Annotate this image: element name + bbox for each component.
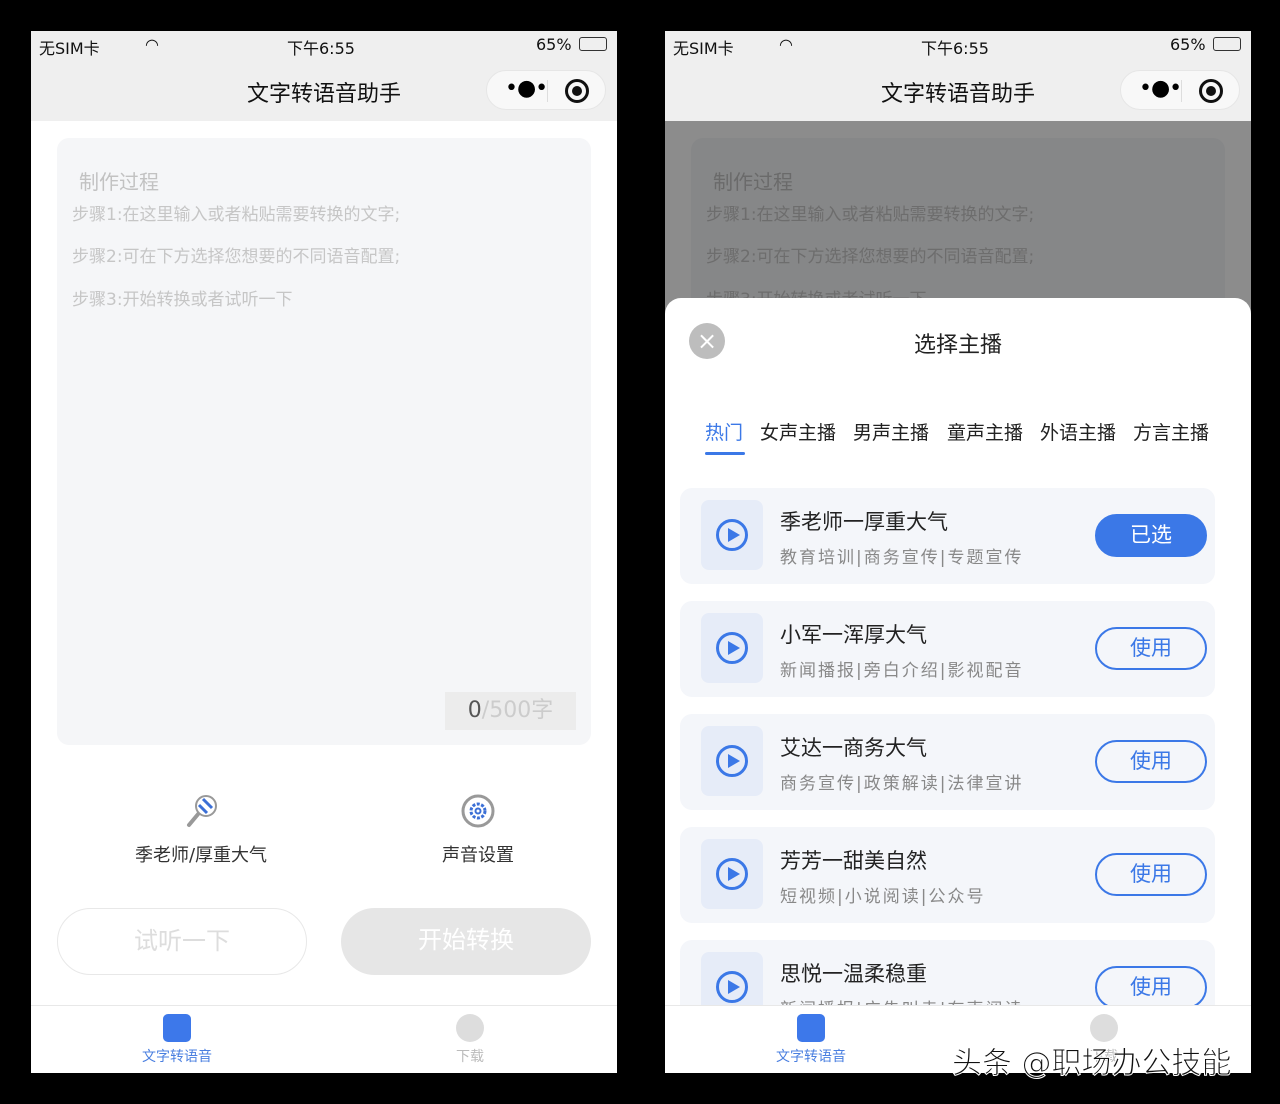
voice-tags: 商务宣传|政策解读|法律宣讲 (780, 774, 1024, 794)
tts-icon (163, 1014, 191, 1042)
cloud-download-icon (456, 1014, 484, 1042)
close-miniapp-icon[interactable] (1199, 79, 1223, 103)
gear-icon (461, 794, 495, 828)
tab-label: 文字转语音 (142, 1049, 212, 1065)
voice-card[interactable]: 艾达一商务大气 商务宣传|政策解读|法律宣讲 使用 (680, 714, 1215, 810)
settings-label: 声音设置 (442, 845, 514, 866)
wifi-icon: ◠ (779, 35, 793, 54)
play-preview-button[interactable] (701, 726, 763, 796)
voice-name: 芳芳一甜美自然 (780, 849, 927, 873)
capsule-menu: •●• (1120, 70, 1240, 110)
char-counter: 0/500字 (445, 692, 576, 730)
time: 下午6:55 (287, 39, 355, 58)
battery-icon (579, 37, 607, 51)
use-button[interactable]: 使用 (1095, 627, 1207, 670)
more-icon[interactable]: •●• (505, 76, 548, 101)
play-preview-button[interactable] (701, 839, 763, 909)
play-icon (716, 632, 748, 664)
tab-download[interactable]: 下载 (410, 1014, 530, 1066)
status-bar: 无SIM卡 ◠ 下午6:55 65% (665, 31, 1251, 58)
voice-name: 思悦一温柔稳重 (780, 962, 927, 986)
play-preview-button[interactable] (701, 613, 763, 683)
battery-level: 65% (536, 35, 572, 54)
battery-icon (1213, 37, 1241, 51)
tab-foreign[interactable]: 外语主播 (1040, 418, 1116, 445)
use-button[interactable]: 使用 (1095, 740, 1207, 783)
battery-level: 65% (1170, 35, 1206, 54)
voice-card[interactable]: 芳芳一甜美自然 短视频|小说阅读|公众号 使用 (680, 827, 1215, 923)
voice-card[interactable]: 小军一浑厚大气 新闻播报|旁白介绍|影视配音 使用 (680, 601, 1215, 697)
voice-tags: 教育培训|商务宣传|专题宣传 (780, 548, 1024, 568)
active-tab-indicator (705, 452, 745, 455)
placeholder-step: 步骤1:在这里输入或者粘贴需要转换的文字; (72, 205, 401, 225)
start-convert-button[interactable]: 开始转换 (341, 908, 591, 975)
tab-dialect[interactable]: 方言主播 (1133, 418, 1209, 445)
tab-tts[interactable]: 文字转语音 (117, 1014, 237, 1066)
divider (547, 80, 548, 102)
nav-bar: 文字转语音助手 •●• (665, 58, 1251, 121)
sound-settings[interactable]: 声音设置 (378, 793, 578, 867)
voice-tags: 短视频|小说阅读|公众号 (780, 887, 986, 907)
carrier: 无SIM卡 (39, 39, 100, 58)
voice-tags: 新闻播报|旁白介绍|影视配音 (780, 661, 1024, 681)
more-icon[interactable]: •●• (1139, 76, 1182, 101)
play-icon (716, 858, 748, 890)
voice-picker-sheet: × 选择主播 热门 女声主播 男声主播 童声主播 外语主播 方言主播 季老师一厚… (665, 298, 1251, 1073)
tab-bar: 文字转语音 下载 (31, 1005, 617, 1073)
tab-female[interactable]: 女声主播 (760, 418, 836, 445)
tab-tts[interactable]: 文字转语音 (751, 1014, 871, 1066)
voice-name: 季老师一厚重大气 (780, 510, 948, 534)
sheet-title: 选择主播 (913, 333, 1002, 358)
play-icon (716, 519, 748, 551)
status-bar: 无SIM卡 ◠ 下午6:55 65% (31, 31, 617, 58)
capsule-menu: •●• (486, 70, 606, 110)
wifi-icon: ◠ (145, 35, 159, 54)
watermark: 头条 @职场办公技能 (952, 1046, 1233, 1082)
selected-button[interactable]: 已选 (1095, 514, 1207, 557)
text-input[interactable]: 制作过程 步骤1:在这里输入或者粘贴需要转换的文字; 步骤2:可在下方选择您想要… (57, 138, 591, 745)
listen-button[interactable]: 试听一下 (57, 908, 307, 975)
play-icon (716, 745, 748, 777)
close-miniapp-icon[interactable] (565, 79, 589, 103)
tab-label: 下载 (456, 1049, 484, 1065)
microphone-icon (187, 795, 217, 827)
carrier: 无SIM卡 (673, 39, 734, 58)
voice-card[interactable]: 季老师一厚重大气 教育培训|商务宣传|专题宣传 已选 (680, 488, 1215, 584)
tab-hot[interactable]: 热门 (705, 418, 743, 445)
placeholder-step: 步骤2:可在下方选择您想要的不同语音配置; (72, 247, 401, 267)
tab-male[interactable]: 男声主播 (853, 418, 929, 445)
phone-main-screen: 无SIM卡 ◠ 下午6:55 65% 文字转语音助手 •●• 制作过程 步骤1:… (31, 31, 617, 1073)
play-icon (716, 971, 748, 1003)
voice-selector[interactable]: 季老师/厚重大气 (101, 793, 301, 867)
time: 下午6:55 (921, 39, 989, 58)
voice-name: 艾达一商务大气 (780, 736, 927, 760)
tab-label: 文字转语音 (776, 1049, 846, 1065)
play-preview-button[interactable] (701, 500, 763, 570)
divider (1181, 80, 1182, 102)
placeholder-heading: 制作过程 (79, 170, 159, 194)
use-button[interactable]: 使用 (1095, 966, 1207, 1009)
placeholder-step: 步骤3:开始转换或者试听一下 (72, 290, 293, 310)
tab-child[interactable]: 童声主播 (947, 418, 1023, 445)
phone-voice-picker: 无SIM卡 ◠ 下午6:55 65% 文字转语音助手 •●• 制作过程 步骤1:… (665, 31, 1251, 1073)
voice-label: 季老师/厚重大气 (134, 845, 268, 866)
nav-bar: 文字转语音助手 •●• (31, 58, 617, 121)
use-button[interactable]: 使用 (1095, 853, 1207, 896)
tts-icon (797, 1014, 825, 1042)
voice-name: 小军一浑厚大气 (780, 623, 927, 647)
